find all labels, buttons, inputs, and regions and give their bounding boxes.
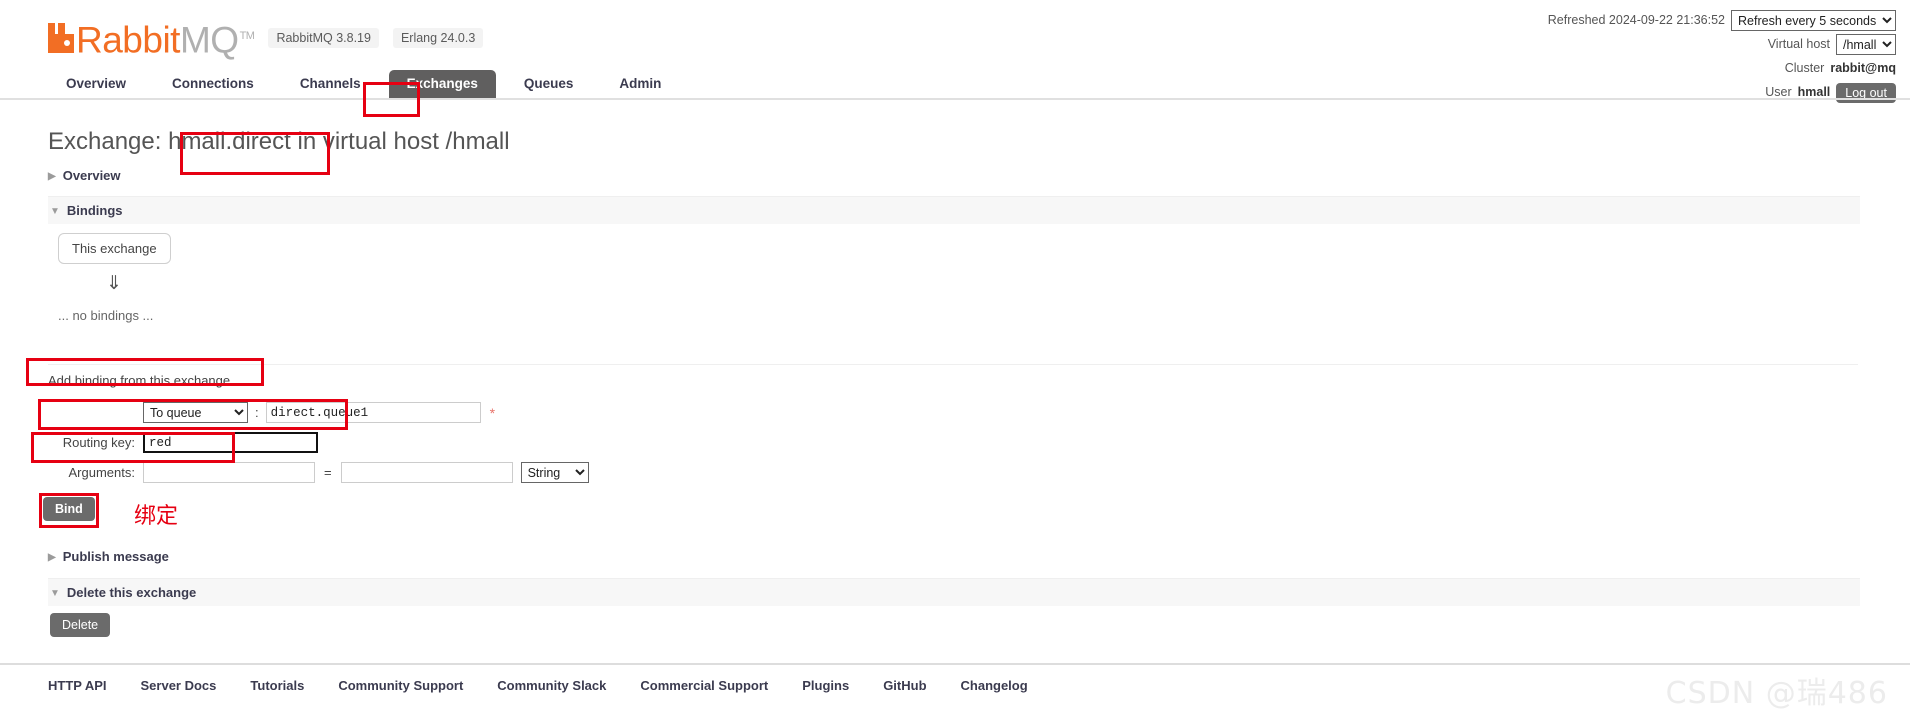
destination-row: To queue : *	[0, 400, 1910, 425]
binding-flow-arrow-icon: ⇓	[106, 273, 122, 294]
nav-tab-exchanges[interactable]: Exchanges	[388, 70, 496, 98]
csdn-watermark: CSDN @瑞486	[1665, 676, 1888, 711]
bind-button[interactable]: Bind	[43, 497, 95, 521]
footer-link-changelog[interactable]: Changelog	[961, 678, 1028, 693]
page-title-prefix: Exchange:	[48, 128, 162, 155]
brand-name-secondary: MQ	[179, 19, 239, 61]
chevron-down-icon: ▼	[50, 206, 60, 217]
footer-link-tutorials[interactable]: Tutorials	[250, 678, 304, 693]
add-binding-heading: Add binding from this exchange	[48, 364, 1858, 388]
footer-link-github[interactable]: GitHub	[883, 678, 926, 693]
page-title-suffix: in virtual host /hmall	[297, 128, 510, 155]
page-title: Exchange: hmall.direct in virtual host /…	[48, 128, 510, 156]
brand-wordmark: RabbitMQTM	[76, 18, 255, 61]
section-overview[interactable]: ▶ Overview	[48, 168, 1858, 183]
arguments-equals-sign: =	[324, 465, 332, 480]
nav-tab-channels[interactable]: Channels	[282, 70, 379, 98]
brand-name-primary: Rabbit	[76, 19, 180, 61]
footer-link-server-docs[interactable]: Server Docs	[141, 678, 217, 693]
argument-value-input[interactable]	[340, 462, 513, 483]
nav-tab-queues[interactable]: Queues	[506, 70, 592, 98]
chevron-right-icon: ▶	[48, 552, 56, 563]
binding-destination-type-select[interactable]: To queue	[143, 402, 248, 423]
footer-link-plugins[interactable]: Plugins	[802, 678, 849, 693]
routing-key-label: Routing key:	[62, 435, 135, 450]
rabbitmq-logo-icon	[48, 23, 74, 54]
main-navigation: Overview Connections Channels Exchanges …	[0, 68, 1910, 100]
refresh-row: Refreshed 2024-09-22 21:36:52 Refresh ev…	[1548, 10, 1896, 31]
rabbitmq-version-badge: RabbitMQ 3.8.19	[268, 28, 379, 49]
page-footer: HTTP API Server Docs Tutorials Community…	[0, 663, 1910, 693]
refresh-interval-select[interactable]: Refresh every 5 seconds	[1731, 10, 1896, 31]
routing-key-input[interactable]	[143, 432, 318, 453]
section-delete-exchange-label: Delete this exchange	[66, 585, 197, 600]
bind-action-row: Bind	[43, 497, 1910, 521]
page-title-exchange-name: hmall.direct	[168, 128, 291, 155]
vhost-select[interactable]: /hmall	[1836, 34, 1896, 55]
refreshed-timestamp: Refreshed 2024-09-22 21:36:52	[1547, 13, 1725, 27]
section-publish-message-label: Publish message	[62, 549, 169, 564]
nav-tab-admin[interactable]: Admin	[601, 70, 679, 98]
this-exchange-label: This exchange	[72, 241, 157, 256]
delete-button[interactable]: Delete	[50, 613, 111, 637]
arguments-label: Arguments:	[68, 465, 135, 480]
erlang-version-badge: Erlang 24.0.3	[392, 28, 484, 49]
chevron-down-icon: ▼	[50, 588, 60, 599]
nav-tab-connections[interactable]: Connections	[154, 70, 272, 98]
arguments-row: Arguments: = String	[0, 460, 1910, 485]
argument-type-select[interactable]: String	[520, 462, 589, 483]
vhost-row: Virtual host /hmall	[1548, 34, 1896, 55]
add-binding-form: To queue : * Routing key: Arguments: = S…	[0, 400, 1910, 521]
section-overview-label: Overview	[62, 168, 121, 183]
footer-link-community-slack[interactable]: Community Slack	[497, 678, 606, 693]
footer-link-commercial-support[interactable]: Commercial Support	[640, 678, 768, 693]
nav-tab-overview[interactable]: Overview	[48, 70, 144, 98]
section-bindings-label: Bindings	[66, 203, 123, 218]
trademark-mark: TM	[239, 30, 255, 42]
footer-link-community-support[interactable]: Community Support	[338, 678, 463, 693]
add-binding-heading-label: Add binding from this exchange	[48, 373, 231, 388]
annotation-text-bind-cn: 绑定	[134, 504, 179, 529]
page-header: RabbitMQTM RabbitMQ 3.8.19 Erlang 24.0.3…	[0, 0, 1910, 103]
brand-block: RabbitMQTM RabbitMQ 3.8.19 Erlang 24.0.3	[48, 18, 484, 61]
required-asterisk: *	[489, 404, 496, 421]
chevron-right-icon: ▶	[48, 171, 56, 182]
binding-destination-input[interactable]	[265, 402, 481, 423]
routing-key-row: Routing key:	[0, 430, 1910, 455]
vhost-label: Virtual host	[1767, 37, 1830, 51]
section-bindings[interactable]: ▼ Bindings	[48, 196, 1860, 224]
section-publish-message[interactable]: ▶ Publish message	[48, 549, 1858, 564]
destination-separator: :	[255, 405, 259, 420]
this-exchange-chip[interactable]: This exchange	[58, 233, 171, 264]
section-delete-exchange[interactable]: ▼ Delete this exchange	[48, 578, 1860, 606]
no-bindings-text: ... no bindings ...	[58, 308, 154, 323]
argument-key-input[interactable]	[143, 462, 315, 483]
footer-link-http-api[interactable]: HTTP API	[48, 678, 107, 693]
